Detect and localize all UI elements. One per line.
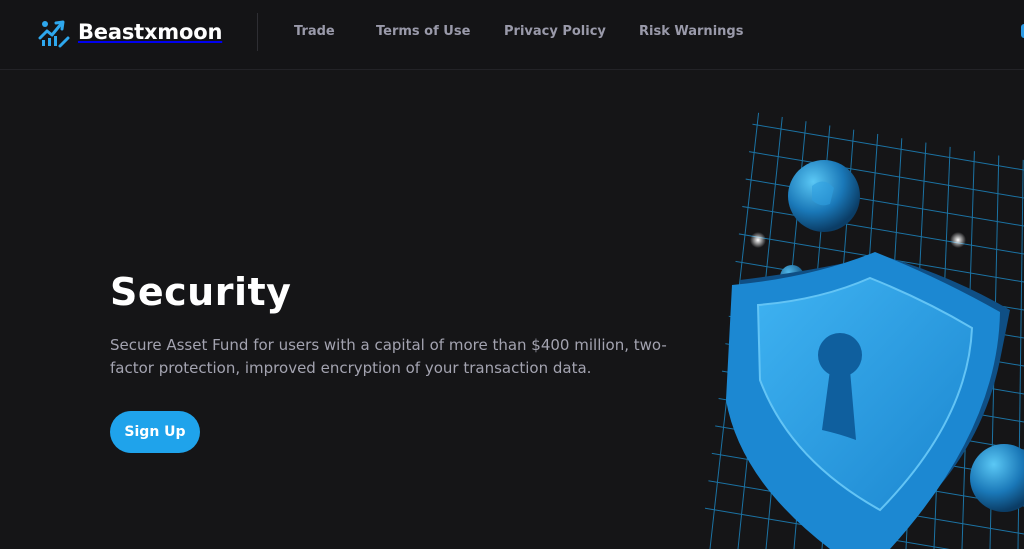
rising-chart-logo-icon	[38, 20, 70, 48]
hero-description: Secure Asset Fund for users with a capit…	[110, 336, 667, 377]
brand-home-link[interactable]: Beastxmoon	[38, 16, 222, 48]
nav-link-risk-warnings[interactable]: Risk Warnings	[639, 24, 743, 39]
sign-up-button[interactable]: Sign Up	[110, 411, 200, 453]
nav-link-terms-of-use[interactable]: Terms of Use	[376, 24, 470, 39]
hero-title: Security	[110, 270, 292, 314]
top-navigation-bar: Beastxmoon Trade Terms of Use Privacy Po…	[0, 0, 1024, 70]
brand-name: Beastxmoon	[78, 20, 223, 44]
shield-keyhole-icon	[700, 112, 1024, 549]
nav-link-privacy-policy[interactable]: Privacy Policy	[504, 24, 606, 39]
header-divider	[257, 13, 258, 51]
nav-link-trade[interactable]: Trade	[294, 24, 335, 39]
